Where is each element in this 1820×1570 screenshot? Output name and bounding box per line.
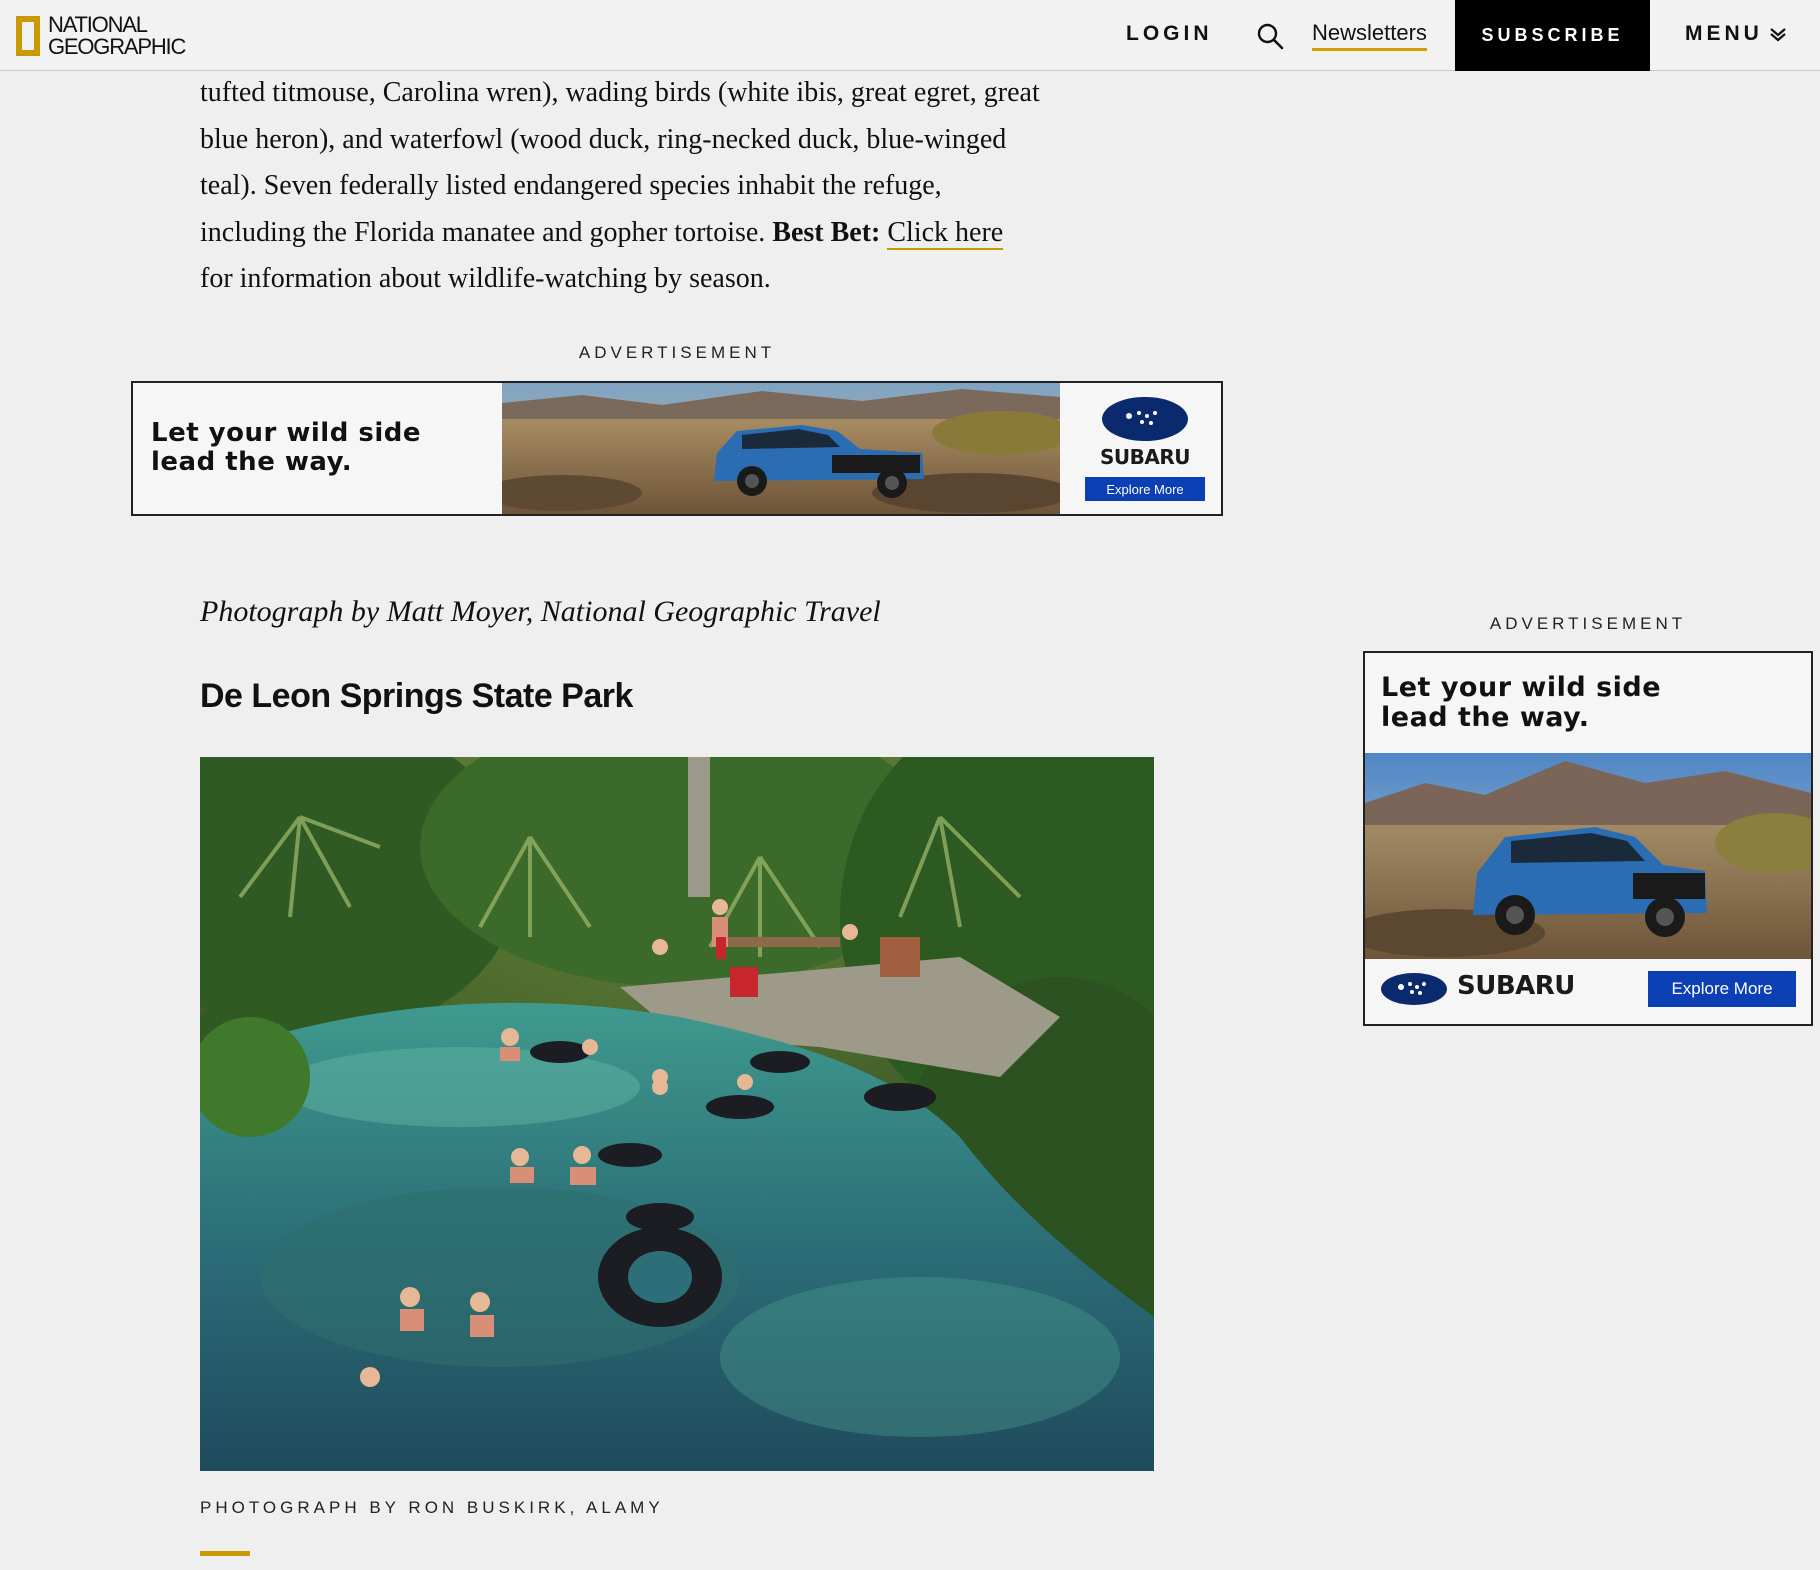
advertisement-label: Advertisement (578, 343, 776, 362)
subaru-wordmark: SUBARU (1457, 971, 1575, 1001)
subaru-wordmark: SUBARU (1099, 445, 1191, 469)
explore-more-button[interactable]: Explore More (1648, 971, 1796, 1007)
logo-line-2: Geographic (48, 34, 186, 59)
para-line-text: including the Florida manatee and gopher… (200, 216, 773, 248)
explore-more-button[interactable]: Explore More (1085, 477, 1205, 501)
springs-photo-icon (200, 757, 1154, 1471)
photo-caption: Photograph by Ron Buskirk, Alamy (200, 1498, 664, 1517)
menu-label: MENU (1685, 22, 1763, 45)
subscribe-button[interactable]: SUBSCRIBE (1455, 0, 1650, 71)
chevron-down-icon (1770, 28, 1786, 42)
subscribe-label: SUBSCRIBE (1481, 25, 1624, 45)
subaru-logo-icon (1102, 397, 1188, 441)
ad-tagline-line2: lead the way. (151, 447, 353, 477)
article-paragraph: tufted titmouse, Carolina wren), wading … (200, 70, 1160, 303)
logo-line-1: National (48, 12, 148, 37)
para-line: including the Florida manatee and gopher… (200, 210, 1160, 257)
para-line: tufted titmouse, Carolina wren), wading … (200, 77, 1040, 108)
gold-divider (200, 1551, 250, 1556)
advertisement-label: Advertisement (1489, 614, 1687, 633)
newsletters-link[interactable]: Newsletters (1312, 20, 1427, 51)
subaru-logo-icon (1381, 973, 1447, 1005)
click-here-link[interactable]: Click here (887, 216, 1004, 250)
subaru-banner-ad[interactable]: Let your wild side lead the way. SUBARU … (131, 381, 1223, 516)
yellow-border-icon (16, 16, 40, 56)
para-line: teal). Seven federally listed endangered… (200, 170, 942, 201)
ad-tagline: Let your wild side lead the way. (151, 419, 471, 477)
section-title: De Leon Springs State Park (200, 677, 633, 715)
search-icon[interactable] (1256, 22, 1284, 50)
suv-photo-icon (1365, 753, 1811, 959)
natgeo-logo[interactable]: National Geographic (16, 12, 186, 60)
photo-credit: Photograph by Matt Moyer, National Geogr… (200, 595, 881, 628)
ad-footer: SUBARU Explore More (1365, 961, 1811, 1024)
site-header: National Geographic LOGIN Newsletters SU… (0, 0, 1820, 71)
subaru-sidebar-ad[interactable]: Let your wild side lead the way. SUBARU … (1363, 651, 1813, 1026)
para-line: for information about wildlife-watching … (200, 263, 771, 294)
ad-tagline: Let your wild side lead the way. (1381, 673, 1781, 733)
subaru-brand-block: SUBARU Explore More (1070, 397, 1220, 502)
best-bet-label: Best Bet: (772, 216, 881, 248)
ad-tagline-line1: Let your wild side (151, 418, 422, 448)
suv-photo-icon (502, 383, 1060, 514)
ad-tagline-line2: lead the way. (1381, 702, 1590, 733)
menu-button[interactable]: MENU (1685, 22, 1789, 46)
login-link[interactable]: LOGIN (1126, 22, 1213, 46)
para-line: blue heron), and waterfowl (wood duck, r… (200, 123, 1007, 155)
springs-photo (200, 757, 1154, 1471)
ad-tagline-line1: Let your wild side (1381, 672, 1662, 703)
